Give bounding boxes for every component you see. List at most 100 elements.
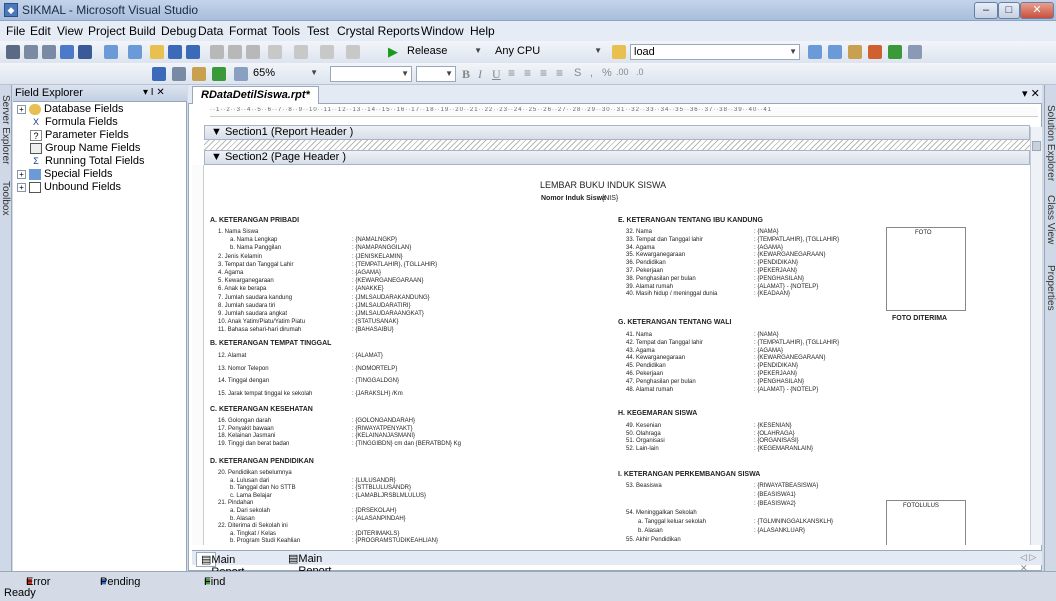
properties-icon[interactable] (828, 45, 842, 59)
field-value[interactable]: : {KELAINANJASMANI} (352, 433, 415, 439)
window-layout-icon[interactable] (908, 45, 922, 59)
field-value[interactable]: : {GOLONGANDARAH} (352, 418, 415, 424)
field-value[interactable]: : {KEWARGANEGARAAN} (754, 355, 825, 361)
field-label[interactable]: a. Tingkat / Kelas (230, 531, 276, 537)
field-label[interactable]: b. Tanggal dan No STTB (230, 485, 296, 491)
field-value[interactable]: : {PEKERJAAN} (754, 268, 797, 274)
field-label[interactable]: a. Lulusan dari (230, 478, 269, 484)
field-label[interactable]: 21. Pindahan (218, 500, 253, 506)
field-label[interactable]: 39. Alamat rumah (626, 284, 673, 290)
grid-icon[interactable] (42, 45, 56, 59)
tree-database-fields[interactable]: + Database Fields (17, 103, 124, 115)
field-value[interactable]: : {KEADAAN} (754, 291, 790, 297)
field-value[interactable]: : {KEGEMARANLAIN} (754, 446, 813, 452)
panel-pin-controls[interactable]: ▾ I ✕ (143, 87, 165, 98)
field-label[interactable]: 7. Jumlah saudara kandung (218, 295, 292, 301)
decrease-decimals-icon[interactable]: .0 (636, 67, 644, 77)
field-label[interactable]: 47. Penghasilan per bulan (626, 379, 696, 385)
field-label[interactable]: 2. Jenis Kelamin (218, 254, 262, 260)
field-label[interactable]: 55. Akhir Pendidikan (626, 537, 681, 543)
menu-project[interactable]: Project (88, 24, 125, 38)
field-value[interactable]: : {STTBLULUSANDR} (352, 485, 411, 491)
field-label[interactable]: 11. Bahasa sehari-hari dirumah (218, 327, 301, 333)
field-label[interactable]: 41. Nama (626, 332, 652, 338)
field-value[interactable]: : {AGAMA} (352, 270, 381, 276)
field-label[interactable]: 14. Tinggal dengan (218, 378, 269, 384)
close-document-icon[interactable]: ▾ ✕ (1022, 87, 1040, 100)
vertical-scrollbar[interactable] (1030, 127, 1042, 545)
align-right-icon[interactable]: ≡ (540, 66, 547, 80)
field-value[interactable]: : {PROGRAMSTUDIKEAHLIAN} (352, 538, 438, 544)
field-value[interactable]: : {RIWAYATBEASISWA} (754, 483, 818, 489)
field-label[interactable]: 20. Pendidikan sebelumnya (218, 470, 292, 476)
find-combo[interactable]: load ▼ (630, 44, 800, 60)
field-label[interactable]: 17. Penyakit bawaan (218, 426, 274, 432)
field-value[interactable]: : {TGLMNINGGALKANSKLH} (754, 519, 833, 525)
tree-formula-fields[interactable]: X Formula Fields (30, 116, 118, 128)
field-value[interactable]: : {ALAMAT} - {NOTELP} (754, 387, 818, 393)
field-label[interactable]: 43. Agama (626, 348, 655, 354)
field-label[interactable]: 34. Agama (626, 245, 655, 251)
field-label[interactable]: a. Tanggal keluar sekolah (638, 519, 706, 525)
field-value[interactable]: : {JMLSAUDARATIRI} (352, 303, 411, 309)
menu-test[interactable]: Test (307, 24, 329, 38)
menu-build[interactable]: Build (129, 24, 156, 38)
section-g-heading[interactable]: G. KETERANGAN TENTANG WALI (618, 319, 731, 326)
new-project-icon[interactable] (104, 45, 118, 59)
report-title[interactable]: LEMBAR BUKU INDUK SISWA (540, 180, 666, 190)
insert-field-icon[interactable] (152, 67, 166, 81)
section1-report-header[interactable]: ▼ Section1 (Report Header ) (204, 125, 1030, 140)
paste-icon[interactable] (246, 45, 260, 59)
field-label[interactable]: 6. Anak ke berapa (218, 286, 266, 292)
insert-icon[interactable] (78, 45, 92, 59)
nis-value[interactable]: : {NIS} (598, 195, 618, 202)
sort-icon[interactable] (192, 67, 206, 81)
field-value[interactable]: : {AGAMA} (754, 245, 783, 251)
add-item-icon[interactable] (128, 45, 142, 59)
field-label[interactable]: 38. Penghasilan per bulan (626, 276, 696, 282)
photo-graduate-box[interactable]: FOTOLULUS (886, 500, 966, 545)
field-label[interactable]: a. Dari sekolah (230, 508, 270, 514)
menu-window[interactable]: Window (421, 24, 464, 38)
currency-icon[interactable]: S (574, 67, 581, 79)
field-value[interactable]: : {BEASISWA1} (754, 492, 796, 498)
menu-debug[interactable]: Debug (161, 24, 196, 38)
section-h-heading[interactable]: H. KEGEMARAN SISWA (618, 410, 697, 417)
field-value[interactable]: : {PEKERJAAN} (754, 371, 797, 377)
field-value[interactable]: : {KEWARGANEGARAAN} (352, 278, 423, 284)
photo-box[interactable]: FOTO (886, 227, 966, 311)
field-value[interactable]: : {ALASANPINDAH} (352, 516, 406, 522)
menu-crystal-reports[interactable]: Crystal Reports (337, 24, 420, 38)
toolbox-tab[interactable]: Toolbox (0, 181, 11, 215)
field-label[interactable]: 4. Agama (218, 270, 243, 276)
format-icon[interactable] (6, 45, 20, 59)
scroll-thumb[interactable] (1032, 141, 1041, 151)
menu-view[interactable]: View (57, 24, 83, 38)
maximize-button[interactable]: □ (998, 2, 1020, 19)
align-left-icon[interactable]: ≡ (508, 66, 515, 80)
find-in-files-icon[interactable] (612, 45, 626, 59)
field-label[interactable]: 8. Jumlah saudara tiri (218, 303, 275, 309)
field-value[interactable]: : {ORGANISASI} (754, 438, 799, 444)
photo-accepted-label[interactable]: FOTO DITERIMA (892, 315, 947, 322)
field-value[interactable]: : {JARAKSLH} /Km (352, 391, 403, 397)
field-value[interactable]: : {TEMPATLAHIR}, {TGLLAHIR} (754, 237, 839, 243)
section-b-heading[interactable]: B. KETERANGAN TEMPAT TINGGAL (210, 340, 331, 347)
server-explorer-tab[interactable]: Server Explorer (0, 95, 11, 164)
field-label[interactable]: b. Alasan (230, 516, 255, 522)
zoom-select[interactable]: 65% ▼ (250, 66, 320, 82)
field-value[interactable]: : {DITERIMAKLS} (352, 531, 399, 537)
field-label[interactable]: 1. Nama Siswa (218, 229, 258, 235)
main-report-tab[interactable]: ▤ Main Report (196, 552, 244, 578)
save-all-icon[interactable] (186, 45, 200, 59)
document-tab[interactable]: RDataDetilSiswa.rpt* (192, 86, 319, 104)
navigate-back-icon[interactable] (320, 45, 334, 59)
field-label[interactable]: 18. Kelainan Jasmani (218, 433, 275, 439)
field-value[interactable]: : {ANAKKE} (352, 286, 384, 292)
field-label[interactable]: 16. Golongan darah (218, 418, 271, 424)
field-label[interactable]: 35. Kewarganegaraan (626, 252, 685, 258)
field-label[interactable]: 3. Tempat dan Tanggal Lahir (218, 262, 294, 268)
section-i-heading[interactable]: I. KETERANGAN PERKEMBANGAN SISWA (618, 471, 760, 478)
field-label[interactable]: 33. Tempat dan Tanggal lahir (626, 237, 703, 243)
field-label[interactable]: 42. Tempat dan Tanggal lahir (626, 340, 703, 346)
